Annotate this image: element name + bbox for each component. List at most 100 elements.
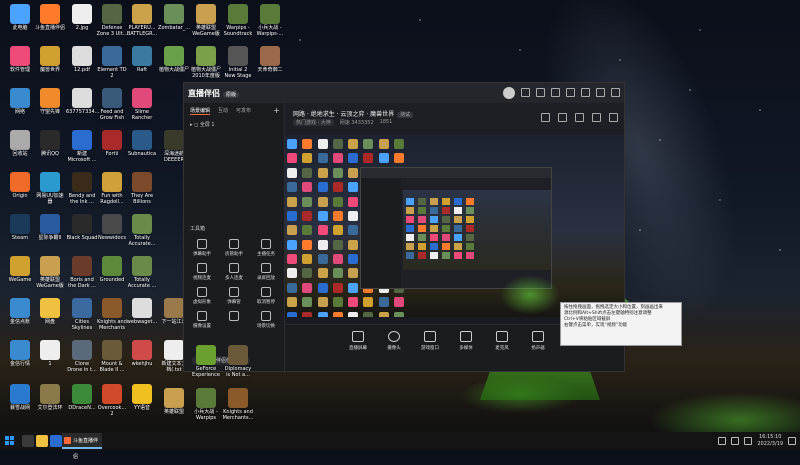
desktop-icon[interactable]: Subnautica — [126, 130, 158, 157]
desktop-icon[interactable]: Mount & Blade II ... — [96, 340, 128, 373]
room-category[interactable]: 热门游戏 · 大神 — [293, 119, 334, 126]
tab-publish[interactable]: 可发布 — [236, 107, 251, 115]
desktop-icon[interactable]: 1 — [34, 340, 66, 367]
toolbox-item[interactable] — [218, 311, 250, 329]
settings-icon[interactable] — [609, 113, 618, 122]
toolbox-item[interactable]: 多人连麦 — [218, 263, 250, 281]
desktop-icon[interactable]: Defense Zone 3 Ult... — [96, 4, 128, 37]
desktop-icon[interactable]: 金信行情 — [4, 340, 36, 367]
desktop-icon[interactable]: 英雄联盟 — [158, 388, 190, 415]
desktop-icon[interactable]: 魔兽世界 — [34, 46, 66, 73]
desktop-icon[interactable]: 英雄联盟 WeGame版 — [34, 256, 66, 289]
menu-icon[interactable] — [566, 88, 575, 97]
media-button[interactable]: 多媒体 — [453, 331, 479, 351]
desktop-icon[interactable]: 植物大战僵尸 2010年度版 — [190, 46, 222, 79]
desktop-icon[interactable]: Diplomacy is Not a... — [222, 345, 254, 378]
desktop-icon[interactable]: Grounded — [96, 256, 128, 283]
desktop-icon[interactable]: Black Squad — [66, 214, 98, 241]
chat-icon[interactable] — [551, 88, 560, 97]
toolbox-item[interactable]: 虚拟形象 — [186, 287, 218, 305]
desktop-icon[interactable]: 2.jpg — [66, 4, 98, 31]
desktop-icon[interactable]: Zombatar_... — [158, 4, 190, 31]
desktop-icon[interactable]: 回收站 — [4, 130, 36, 157]
desktop-icon[interactable]: Element TD 2 — [96, 46, 128, 79]
desktop-icon[interactable]: They Are Billions — [126, 172, 158, 205]
folder-icon[interactable] — [36, 435, 48, 447]
tab-scene[interactable]: 场景编辑 — [190, 107, 211, 115]
desktop-icon[interactable]: Raft — [126, 46, 158, 73]
avatar[interactable] — [503, 87, 515, 99]
desktop-icon[interactable]: 暴雪战网 — [4, 384, 36, 411]
desktop-icon[interactable]: WeGame — [4, 256, 36, 283]
desktop-icon[interactable]: Knights and Merchants... — [222, 388, 254, 421]
network-icon[interactable] — [718, 437, 727, 445]
camera-button[interactable]: 摄像头 — [381, 331, 407, 351]
desktop-icon[interactable]: webwaget... — [126, 298, 158, 325]
ime-icon[interactable] — [744, 437, 753, 445]
desktop-icon[interactable]: 小兵大战 - Warpips-... — [254, 4, 286, 37]
scene-item[interactable]: ▸ ◻ 全屏 1 — [184, 119, 284, 130]
toolbox-item[interactable]: 录屏回放 — [250, 263, 282, 281]
screen-capture-button[interactable]: 直播屏幕 — [345, 331, 371, 351]
desktop-icon[interactable]: 网络 — [4, 88, 36, 115]
toolbox-item[interactable]: 弹幕助手 — [186, 239, 218, 257]
close-icon[interactable] — [611, 88, 620, 97]
minimize-icon[interactable] — [581, 88, 590, 97]
toolbox-item[interactable]: 主播任务 — [250, 239, 282, 257]
desktop-icon[interactable]: 此电脑 — [4, 4, 36, 31]
desktop-icon[interactable]: Origin — [4, 172, 36, 199]
search-icon[interactable] — [22, 435, 34, 447]
desktop-icon[interactable]: 新建 Microsoft ... — [66, 130, 98, 163]
desktop-icon[interactable]: Cities Skylines — [66, 298, 98, 331]
desktop-icon[interactable]: 守望先锋 — [34, 88, 66, 115]
desktop-icon[interactable]: Warpips - Soundtrack — [222, 4, 254, 37]
window-titlebar[interactable]: 直播伴侣 原版 — [184, 83, 624, 103]
screen-icon[interactable] — [575, 113, 584, 122]
desktop-icon[interactable]: 网易UU加速器 — [34, 172, 66, 205]
desktop-icon[interactable]: 软件管理 — [4, 46, 36, 73]
desktop-icon[interactable]: Slime Rancher — [126, 88, 158, 121]
desktop-icon[interactable]: 植物大战僵尸 — [158, 46, 190, 73]
desktop-icon[interactable]: Totally Accurate ... — [126, 256, 158, 289]
desktop-icon[interactable]: Fortii — [96, 130, 128, 157]
tab-interact[interactable]: 互动 — [218, 107, 228, 115]
toolbox-item[interactable]: 视频连麦 — [186, 263, 218, 281]
stream-preview[interactable] — [285, 135, 624, 325]
desktop-icon[interactable]: Steam — [4, 214, 36, 241]
desktop-icon[interactable]: wkehjhu — [126, 340, 158, 367]
desktop-icon[interactable]: Knights and Merchants — [96, 298, 128, 331]
game-window-button[interactable]: 游戏窗口 — [417, 331, 443, 351]
desktop-icon[interactable]: PLAYERU... BATTLEGR... — [126, 4, 158, 37]
desktop-icon[interactable]: DDraceN... — [66, 384, 98, 411]
desktop-icon[interactable]: Totally Accurate... — [126, 214, 158, 247]
toolbox-item[interactable]: 场景切换 — [250, 311, 282, 329]
desktop-icon[interactable]: Feed and Grow Fish — [96, 88, 128, 121]
toolbox-item[interactable]: 取消暂停 — [250, 287, 282, 305]
notification-icon[interactable] — [788, 437, 796, 445]
desktop-icon[interactable]: Bendy and the Ink ... — [66, 172, 98, 205]
microphone-button[interactable]: 麦克风 — [489, 331, 515, 351]
volume-icon[interactable] — [731, 437, 740, 445]
skin-icon[interactable] — [521, 88, 530, 97]
desktop-icon[interactable]: 英雄联盟 WeGame版 — [190, 4, 222, 37]
display-icon[interactable] — [558, 113, 567, 122]
bell-icon[interactable] — [592, 113, 601, 122]
desktop-icon[interactable]: 星际争霸II — [34, 214, 66, 241]
desktop-icon[interactable]: 12.pdf — [66, 46, 98, 73]
desktop-icon[interactable]: Fun with Ragdoll... — [96, 172, 128, 205]
desktop-icon[interactable]: 斗鱼直播伴侣 — [34, 4, 66, 31]
desktop-icon[interactable]: Clone Drone in t... — [66, 340, 98, 373]
clock[interactable]: 16:15:10 2022/3/19 — [757, 434, 783, 448]
desktop-icon[interactable]: YY语音 — [126, 384, 158, 411]
mail-icon[interactable] — [536, 88, 545, 97]
lock-icon[interactable] — [541, 113, 550, 122]
add-scene-icon[interactable]: + — [273, 106, 280, 115]
edge-icon[interactable] — [50, 435, 62, 447]
toolbox-item[interactable]: 房管助手 — [218, 239, 250, 257]
desktop-icon[interactable]: 金信点账 — [4, 298, 36, 325]
desktop-icon[interactable]: Newwidocs — [96, 214, 128, 241]
desktop-icon[interactable]: GeForce Experience — [190, 345, 222, 378]
desktop-icon[interactable]: 637757334... — [66, 88, 99, 115]
desktop-icon[interactable]: 腾讯QQ — [34, 130, 66, 157]
desktop-icon[interactable]: Overcook... 2 — [96, 384, 128, 417]
